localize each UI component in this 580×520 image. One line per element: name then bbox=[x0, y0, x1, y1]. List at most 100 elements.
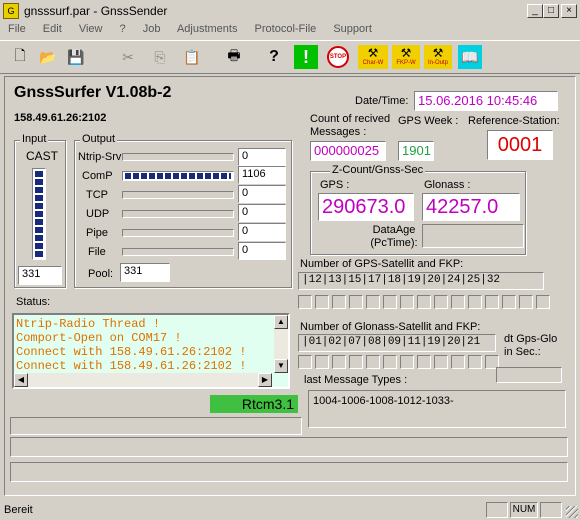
cut-icon[interactable]: ✂ bbox=[116, 45, 140, 69]
progress-bar-2 bbox=[10, 437, 568, 457]
last-message-value: 1004-1006-1008-1012-1033- bbox=[308, 390, 566, 428]
zcount-gps-label: GPS : bbox=[320, 179, 350, 191]
satellite-indicator bbox=[315, 355, 329, 369]
satellite-indicator bbox=[400, 295, 414, 309]
print-icon[interactable]: 🖶 bbox=[222, 45, 246, 69]
status-bar-pane-3 bbox=[540, 502, 562, 518]
menu-support[interactable]: Support bbox=[333, 23, 372, 35]
open-folder-icon[interactable]: 📂 bbox=[36, 45, 60, 69]
satellite-indicator bbox=[298, 295, 312, 309]
pool-label: Pool: bbox=[88, 268, 114, 280]
protocol-badge: Rtcm3.1 bbox=[210, 395, 298, 413]
resize-grip-icon[interactable] bbox=[566, 506, 578, 518]
status-line: Comport-Open on COM17 ! bbox=[16, 331, 182, 345]
output-label: Output bbox=[80, 133, 118, 145]
output-value-file: 0 bbox=[238, 242, 286, 260]
satellite-indicator bbox=[315, 295, 329, 309]
status-line: Connect with 158.49.61.26:2102 ! bbox=[16, 345, 247, 359]
satellite-indicator bbox=[434, 355, 448, 369]
help-icon[interactable]: ? bbox=[262, 45, 286, 69]
count-value: 000000025 bbox=[310, 141, 386, 161]
satellite-indicator bbox=[434, 295, 448, 309]
reference-station-value: 0001 bbox=[487, 130, 553, 160]
output-value-tcp: 0 bbox=[238, 185, 286, 203]
gps-sats-value: |12|13|15|17|18|19|20|24|25|32 bbox=[298, 272, 544, 290]
input-level-meter bbox=[32, 168, 46, 260]
menu-help[interactable]: ? bbox=[120, 23, 126, 35]
scroll-left-arrow-icon[interactable]: ◀ bbox=[14, 373, 28, 387]
server-address: 158.49.61.26:2102 bbox=[14, 112, 107, 124]
scroll-down-arrow-icon[interactable]: ▼ bbox=[274, 359, 288, 373]
output-label-pipe: Pipe bbox=[86, 227, 109, 239]
app-icon[interactable]: G bbox=[3, 3, 19, 19]
menu-view[interactable]: View bbox=[79, 23, 103, 35]
satellite-indicator bbox=[349, 295, 363, 309]
status-label: Status: bbox=[16, 296, 51, 308]
datetime-label: Date/Time: bbox=[355, 95, 409, 107]
satellite-indicator bbox=[417, 355, 431, 369]
minimize-button[interactable]: _ bbox=[527, 4, 543, 18]
close-button[interactable]: × bbox=[561, 4, 577, 18]
paste-icon[interactable]: 📋 bbox=[180, 45, 204, 69]
zcount-label: Z-Count/Gnss-Sec bbox=[330, 164, 426, 176]
book-icon[interactable]: 📖 bbox=[458, 45, 482, 69]
fkp-w-icon[interactable]: ⚒ FKP-W bbox=[392, 45, 420, 69]
menu-job[interactable]: Job bbox=[143, 23, 161, 35]
gps-sats-label: Number of GPS-Satellit and FKP: bbox=[300, 258, 464, 270]
satellite-indicator bbox=[468, 355, 482, 369]
progress-bar-3 bbox=[10, 462, 568, 482]
new-file-icon[interactable]: 🗋 bbox=[8, 45, 32, 69]
satellite-indicator bbox=[366, 355, 380, 369]
glonass-sats-label: Number of Glonass-Satellit and FKP: bbox=[300, 321, 481, 333]
satellite-indicator bbox=[451, 355, 465, 369]
maximize-button[interactable]: □ bbox=[543, 4, 559, 18]
scroll-up-arrow-icon[interactable]: ▲ bbox=[274, 315, 288, 329]
output-label-comp: ComP bbox=[82, 170, 113, 182]
stop-label: STOP bbox=[327, 46, 349, 68]
scroll-right-arrow-icon[interactable]: ▶ bbox=[258, 373, 272, 387]
output-label-tcp: TCP bbox=[86, 189, 108, 201]
satellite-indicator bbox=[383, 295, 397, 309]
menu-edit[interactable]: Edit bbox=[43, 23, 62, 35]
satellite-indicator bbox=[485, 295, 499, 309]
satellite-indicator bbox=[383, 355, 397, 369]
datetime-value: 15.06.2016 10:45:46 bbox=[414, 91, 558, 111]
menu-protocol-file[interactable]: Protocol-File bbox=[255, 23, 317, 35]
status-bar-text: Bereit bbox=[4, 504, 33, 516]
window-title: gnsssurf.par - GnssSender bbox=[24, 4, 168, 18]
status-vscrollbar[interactable]: ▲ ▼ bbox=[274, 315, 288, 373]
title-bar: G gnsssurf.par - GnssSender _ □ × bbox=[0, 0, 580, 22]
satellite-indicator bbox=[332, 355, 346, 369]
output-bar-tcp bbox=[122, 191, 234, 199]
pool-value: 331 bbox=[120, 263, 170, 282]
satellite-indicator bbox=[519, 295, 533, 309]
copy-icon[interactable]: ⎘ bbox=[148, 45, 172, 69]
status-hscrollbar[interactable]: ◀ ▶ bbox=[14, 373, 272, 387]
char-w-icon[interactable]: ⚒ Char-W bbox=[358, 45, 388, 69]
output-bar-pipe bbox=[122, 229, 234, 237]
toolbar: 🗋 📂 💾 ✂ ⎘ 📋 🖶 ? ! STOP ⚒ Char-W ⚒ FKP-W … bbox=[0, 40, 580, 74]
save-icon[interactable]: 💾 bbox=[64, 45, 88, 69]
satellite-indicator bbox=[502, 295, 516, 309]
satellite-indicator bbox=[332, 295, 346, 309]
status-line: Ntrip-Radio Thread ! bbox=[16, 317, 161, 331]
menu-adjustments[interactable]: Adjustments bbox=[177, 23, 238, 35]
satellite-indicator bbox=[400, 355, 414, 369]
alert-icon[interactable]: ! bbox=[294, 45, 318, 69]
menu-file[interactable]: File bbox=[8, 23, 26, 35]
dataage-label: DataAge (PcTime): bbox=[370, 224, 418, 249]
output-label-ntrip-srv: Ntrip-Srv bbox=[78, 151, 122, 163]
status-log[interactable]: Ntrip-Radio Thread ! Comport-Open on COM… bbox=[12, 313, 290, 389]
zcount-glonass-value: 42257.0 bbox=[422, 193, 520, 221]
input-label: Input bbox=[20, 133, 49, 145]
satellite-indicator bbox=[536, 295, 550, 309]
reference-station-label: Reference-Station: bbox=[468, 115, 560, 127]
in-outp-label: In-Outp bbox=[427, 60, 448, 66]
input-level-fill bbox=[35, 171, 43, 257]
stop-icon[interactable]: STOP bbox=[326, 45, 350, 69]
satellite-indicator bbox=[366, 295, 380, 309]
output-label-udp: UDP bbox=[86, 208, 110, 220]
in-outp-icon[interactable]: ⚒ In-Outp bbox=[424, 45, 452, 69]
app-name: GnssSurfer V1.08b-2 bbox=[14, 84, 172, 101]
dataage-value bbox=[422, 224, 524, 248]
